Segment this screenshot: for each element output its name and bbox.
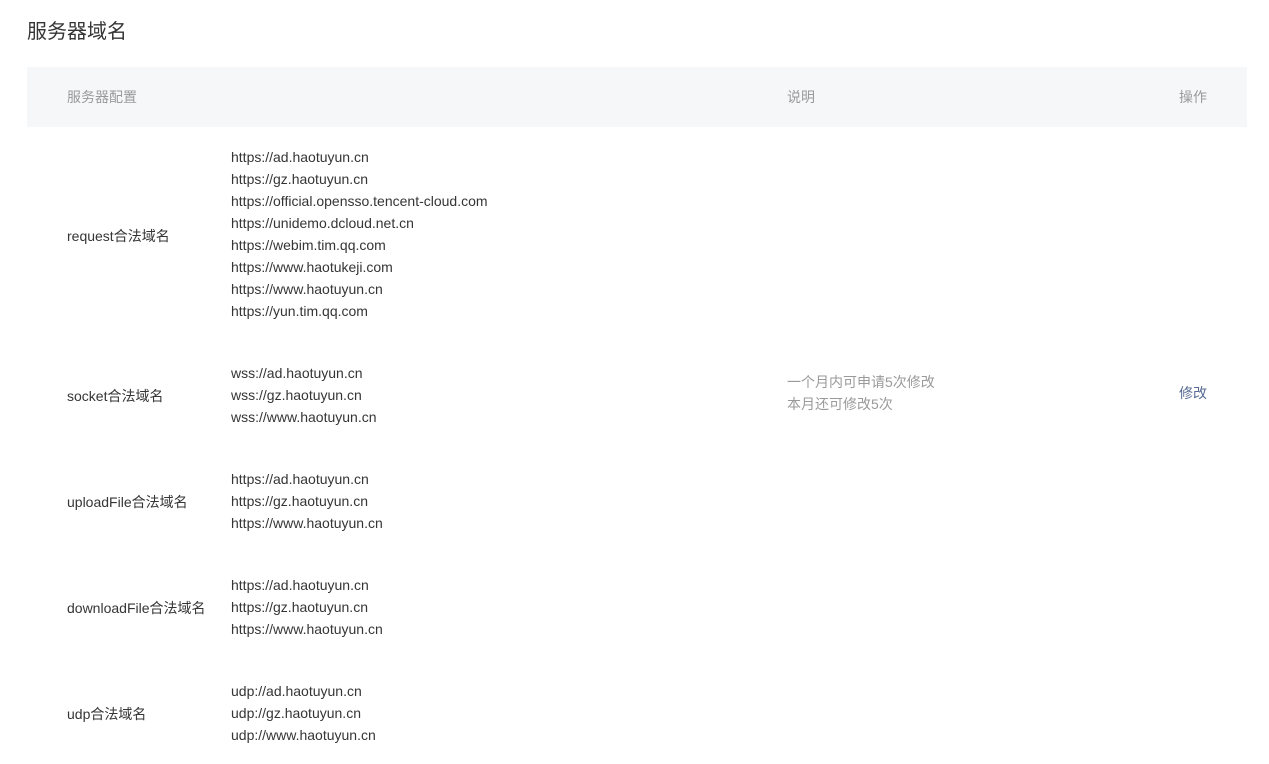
modify-link[interactable]: 修改 [1179, 382, 1207, 404]
domain-item: https://ad.haotuyun.cn [231, 149, 369, 165]
domain-item: wss://ad.haotuyun.cn [231, 365, 363, 381]
column-header-config: 服务器配置 [67, 89, 137, 105]
domain-item: https://www.haotuyun.cn [231, 515, 383, 531]
domain-item: https://official.opensso.tencent-cloud.c… [231, 193, 488, 209]
domain-item: udp://www.haotuyun.cn [231, 727, 376, 743]
domain-item: wss://gz.haotuyun.cn [231, 387, 362, 403]
row-label-request: request合法域名 [67, 228, 170, 244]
column-header-action: 操作 [1179, 89, 1207, 105]
domain-item: https://gz.haotuyun.cn [231, 493, 368, 509]
table-row-udp: udp合法域名 udp://ad.haotuyun.cn udp://gz.ha… [27, 680, 1247, 746]
page-title: 服务器域名 [27, 21, 127, 43]
description-line-quota: 一个月内可申请5次修改 [787, 374, 935, 390]
domain-item: wss://www.haotuyun.cn [231, 409, 377, 425]
domain-item: https://gz.haotuyun.cn [231, 171, 368, 187]
row-label-downloadfile: downloadFile合法域名 [67, 600, 206, 616]
domain-item: https://ad.haotuyun.cn [231, 471, 369, 487]
row-label-uploadfile: uploadFile合法域名 [67, 494, 188, 510]
table-header: 服务器配置 说明 操作 [27, 67, 1247, 127]
domain-item: https://ad.haotuyun.cn [231, 577, 369, 593]
domain-list-downloadfile: https://ad.haotuyun.cn https://gz.haotuy… [231, 574, 383, 640]
column-header-description: 说明 [787, 89, 815, 105]
table-row-downloadfile: downloadFile合法域名 https://ad.haotuyun.cn … [27, 574, 1247, 640]
description-line-remaining: 本月还可修改5次 [787, 396, 893, 412]
domain-item: https://webim.tim.qq.com [231, 237, 386, 253]
domain-item: https://www.haotuyun.cn [231, 281, 383, 297]
domain-item: https://unidemo.dcloud.net.cn [231, 215, 414, 231]
table-row-socket: socket合法域名 wss://ad.haotuyun.cn wss://gz… [27, 362, 1247, 428]
description-cell: 一个月内可申请5次修改 本月还可修改5次 [787, 371, 935, 415]
domain-item: https://www.haotukeji.com [231, 259, 393, 275]
domain-list-request: https://ad.haotuyun.cn https://gz.haotuy… [231, 146, 488, 322]
domain-item: https://gz.haotuyun.cn [231, 599, 368, 615]
domain-item: udp://ad.haotuyun.cn [231, 683, 362, 699]
domain-list-uploadfile: https://ad.haotuyun.cn https://gz.haotuy… [231, 468, 383, 534]
domain-list-udp: udp://ad.haotuyun.cn udp://gz.haotuyun.c… [231, 680, 376, 746]
row-label-udp: udp合法域名 [67, 706, 147, 722]
row-label-socket: socket合法域名 [67, 388, 164, 404]
domain-list-socket: wss://ad.haotuyun.cn wss://gz.haotuyun.c… [231, 362, 377, 428]
domain-item: udp://gz.haotuyun.cn [231, 705, 361, 721]
domain-item: https://yun.tim.qq.com [231, 303, 368, 319]
table-row-request: request合法域名 https://ad.haotuyun.cn https… [27, 146, 1247, 322]
table-row-uploadfile: uploadFile合法域名 https://ad.haotuyun.cn ht… [27, 468, 1247, 534]
domain-item: https://www.haotuyun.cn [231, 621, 383, 637]
